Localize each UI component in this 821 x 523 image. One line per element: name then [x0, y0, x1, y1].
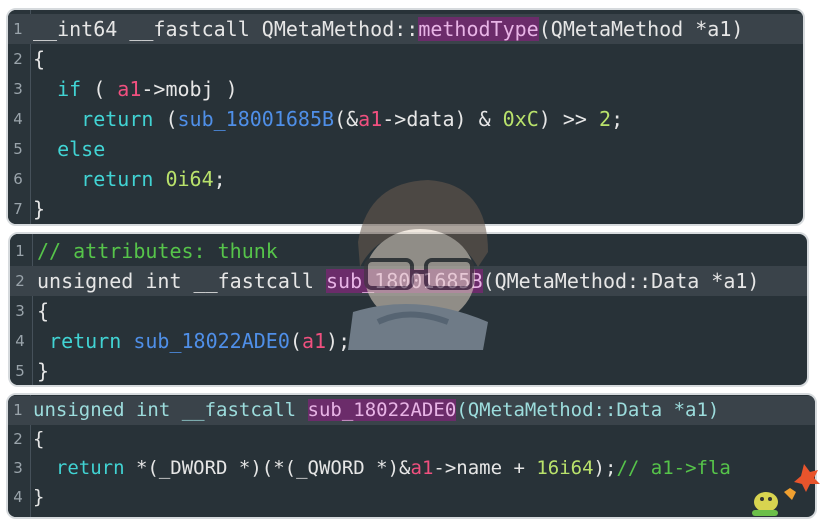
- function-name-highlight[interactable]: sub_18022ADE0: [307, 399, 457, 421]
- variable-token[interactable]: a1: [117, 77, 141, 101]
- code-line[interactable]: 3 if ( a1->mobj ): [8, 74, 803, 104]
- number-token: 2: [599, 107, 612, 131]
- line-number: 4: [13, 488, 23, 506]
- line-number: 4: [13, 110, 23, 128]
- code-token: {: [33, 428, 45, 450]
- line-number: 4: [15, 332, 25, 350]
- line-number: 1: [13, 20, 23, 38]
- code-token: unsigned int __fastcall: [33, 399, 308, 421]
- code-token: {: [33, 47, 46, 71]
- line-number: 3: [15, 302, 25, 320]
- code-line[interactable]: 1 // attributes: thunk: [10, 236, 807, 266]
- comment-token: // attributes: thunk: [37, 239, 278, 263]
- code-line[interactable]: 2 unsigned int __fastcall sub_18001685B(Q…: [10, 266, 807, 296]
- line-number: 3: [13, 80, 23, 98]
- code-token: );: [326, 329, 351, 353]
- code-line[interactable]: 5 else: [8, 134, 803, 164]
- keyword-token: return: [33, 457, 125, 479]
- comment-token: // a1->fla: [616, 457, 731, 479]
- variable-token[interactable]: a1: [411, 457, 434, 479]
- line-number: 7: [13, 200, 23, 218]
- line-number: 5: [13, 140, 23, 158]
- line-number: 5: [15, 362, 25, 380]
- code-panel-sub-18022ade0: 1 unsigned int __fastcall sub_18022ADE0(Q…: [6, 393, 817, 519]
- code-token: __int64 __fastcall QMetaMethod::: [33, 17, 419, 41]
- code-line[interactable]: 3 return *(_DWORD *)(*(_QWORD *)&a1->nam…: [8, 454, 815, 483]
- code-token: (&: [334, 107, 359, 131]
- code-token: ) >>: [538, 107, 600, 131]
- code-line[interactable]: 7}: [8, 194, 803, 224]
- keyword-token: else: [33, 137, 106, 161]
- function-call-link[interactable]: sub_18001685B: [178, 107, 335, 131]
- code-token: ->data) &: [382, 107, 503, 131]
- line-number: 2: [13, 50, 23, 68]
- code-line[interactable]: 4}: [8, 483, 815, 512]
- code-line[interactable]: 4 return sub_18022ADE0(a1);: [10, 326, 807, 356]
- keyword-token: return: [33, 107, 154, 131]
- number-token: 0xC: [502, 107, 539, 131]
- line-number: 1: [15, 242, 25, 260]
- code-token: unsigned int __fastcall: [37, 269, 326, 293]
- code-token: (QMetaMethod::Data *a1): [456, 399, 720, 421]
- keyword-token: return: [37, 329, 122, 353]
- code-panel-thunk: 1 // attributes: thunk 2 unsigned int __fa…: [8, 232, 809, 387]
- code-token: (: [81, 77, 118, 101]
- keyword-token: return: [33, 167, 154, 191]
- code-line[interactable]: 5}: [10, 356, 807, 385]
- code-text: __int64 __fastcall QMetaMethod::methodTy…: [33, 14, 743, 44]
- variable-token[interactable]: a1: [358, 107, 382, 131]
- number-token: 16i64: [536, 457, 594, 479]
- code-line[interactable]: 1 __int64 __fastcall QMetaMethod::methodT…: [8, 14, 803, 44]
- code-line[interactable]: 2{: [8, 44, 803, 74]
- code-line[interactable]: 3{: [10, 296, 807, 326]
- code-token: ;: [213, 167, 226, 191]
- code-token: {: [37, 299, 50, 323]
- variable-token[interactable]: a1: [302, 329, 326, 353]
- code-token: (: [153, 107, 178, 131]
- code-token: ->mobj ): [141, 77, 238, 101]
- line-number: 6: [13, 170, 23, 188]
- code-token: }: [37, 359, 50, 383]
- function-call-link[interactable]: sub_18022ADE0: [133, 329, 290, 353]
- code-line[interactable]: 1 unsigned int __fastcall sub_18022ADE0(Q…: [8, 396, 815, 425]
- code-token: }: [33, 486, 45, 508]
- code-token: ;: [611, 107, 624, 131]
- code-line[interactable]: 4 return (sub_18001685B(&a1->data) & 0xC…: [8, 104, 803, 134]
- code-line[interactable]: 6 return 0i64;: [8, 164, 803, 194]
- number-token: 0i64: [165, 167, 214, 191]
- function-name-highlight[interactable]: methodType: [418, 17, 539, 41]
- code-token: (: [289, 329, 302, 353]
- line-number: 3: [13, 459, 23, 477]
- code-token: );: [593, 457, 617, 479]
- code-token: ->name +: [433, 457, 537, 479]
- line-number: 1: [13, 401, 23, 419]
- keyword-token: if: [33, 77, 82, 101]
- code-token: *(_DWORD *)(*(_QWORD *)&: [124, 457, 411, 479]
- code-token: }: [33, 197, 46, 221]
- code-token: (QMetaMethod *a1): [538, 17, 744, 41]
- function-name-highlight[interactable]: sub_18001685B: [325, 269, 483, 293]
- code-token: (QMetaMethod::Data *a1): [482, 269, 760, 293]
- line-number: 2: [15, 272, 25, 290]
- code-line[interactable]: 2{: [8, 425, 815, 454]
- cartoon-sticker-icon: [752, 464, 820, 516]
- code-panel-methodtype: 1 __int64 __fastcall QMetaMethod::methodT…: [6, 8, 805, 226]
- line-number: 2: [13, 430, 23, 448]
